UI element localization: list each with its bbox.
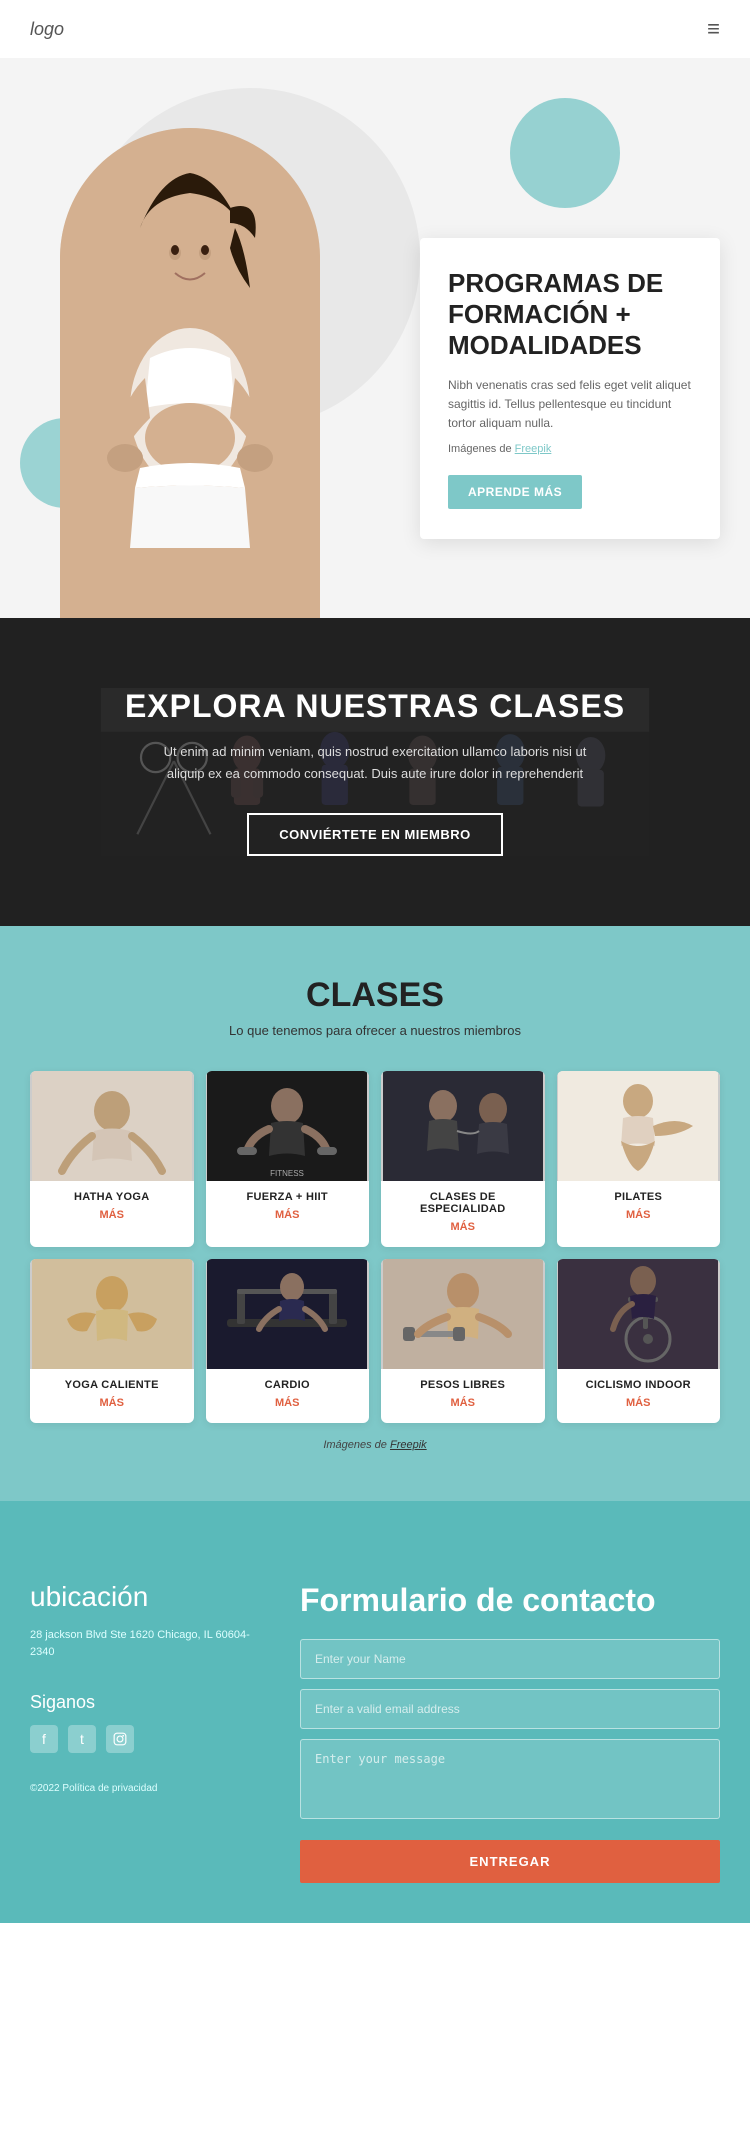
- hero-cta-button[interactable]: APRENDE MÁS: [448, 475, 582, 509]
- contact-submit-button[interactable]: ENTREGAR: [300, 1840, 720, 1883]
- classes-section: CLASES Lo que tenemos para ofrecer a nue…: [0, 926, 750, 1501]
- class-card-title-5: CARDIO: [218, 1379, 358, 1391]
- class-card-title-4: YOGA CALIENTE: [42, 1379, 182, 1391]
- class-card-title-2: CLASES DE ESPECIALIDAD: [393, 1191, 533, 1215]
- class-card-image-3: [557, 1071, 721, 1181]
- facebook-icon[interactable]: f: [30, 1725, 58, 1753]
- footer-right: Formulario de contacto ENTREGAR: [280, 1551, 750, 1923]
- class-card-image-2: [381, 1071, 545, 1181]
- classes-subtitle: Lo que tenemos para ofrecer a nuestros m…: [30, 1021, 720, 1041]
- explore-cta-button[interactable]: CONVIÉRTETE EN MIEMBRO: [247, 813, 503, 856]
- hero-card: PROGRAMAS DE FORMACIÓN + MODALIDADES Nib…: [420, 238, 720, 539]
- logo: logo: [30, 19, 64, 40]
- class-card-3: PILATES MÁS: [557, 1071, 721, 1247]
- footer-social: f t: [30, 1725, 250, 1753]
- class-card-6: PESOS LIBRES MÁS: [381, 1259, 545, 1423]
- class-card-0: HATHA YOGA MÁS: [30, 1071, 194, 1247]
- footer-address: 28 jackson Blvd Ste 1620 Chicago, IL 606…: [30, 1627, 250, 1662]
- twitter-icon[interactable]: t: [68, 1725, 96, 1753]
- hero-freepik: Imágenes de Freepik: [448, 441, 692, 459]
- svg-text:FITNESS: FITNESS: [270, 1169, 304, 1178]
- class-card-image-0: [30, 1071, 194, 1181]
- class-card-4: YOGA CALIENTE MÁS: [30, 1259, 194, 1423]
- class-card-more-4[interactable]: MÁS: [42, 1397, 182, 1409]
- class-card-5: CARDIO MÁS: [206, 1259, 370, 1423]
- class-card-7: CICLISMO INDOOR MÁS: [557, 1259, 721, 1423]
- hero-person-image: [60, 128, 320, 618]
- class-card-more-5[interactable]: MÁS: [218, 1397, 358, 1409]
- explore-description: Ut enim ad minim veniam, quis nostrud ex…: [145, 741, 605, 785]
- footer-location-title: ubicación: [30, 1581, 250, 1613]
- class-card-image-1: FITNESS: [206, 1071, 370, 1181]
- class-card-title-3: PILATES: [569, 1191, 709, 1203]
- site-header: logo ≡: [0, 0, 750, 58]
- footer-inner: ubicación 28 jackson Blvd Ste 1620 Chica…: [0, 1551, 750, 1923]
- hamburger-menu[interactable]: ≡: [707, 16, 720, 42]
- instagram-icon[interactable]: [106, 1725, 134, 1753]
- explore-content: EXPLORA NUESTRAS CLASES Ut enim ad minim…: [40, 688, 710, 856]
- class-card-2: CLASES DE ESPECIALIDAD MÁS: [381, 1071, 545, 1247]
- class-card-title-0: HATHA YOGA: [42, 1191, 182, 1203]
- classes-title: CLASES: [30, 976, 720, 1015]
- contact-name-input[interactable]: [300, 1639, 720, 1679]
- classes-freepik: Imágenes de Freepik: [30, 1439, 720, 1451]
- contact-message-input[interactable]: [300, 1739, 720, 1819]
- contact-email-input[interactable]: [300, 1689, 720, 1729]
- class-card-1: FITNESS FUERZA + HIIT MÁS: [206, 1071, 370, 1247]
- explore-section: EXPLORA NUESTRAS CLASES Ut enim ad minim…: [0, 618, 750, 926]
- class-card-more-2[interactable]: MÁS: [393, 1221, 533, 1233]
- hero-description: Nibh venenatis cras sed felis eget velit…: [448, 376, 692, 434]
- footer-copyright: ©2022 Política de privacidad: [30, 1783, 250, 1794]
- hero-circle-teal-top-right: [510, 98, 620, 208]
- class-card-more-0[interactable]: MÁS: [42, 1209, 182, 1221]
- class-card-more-6[interactable]: MÁS: [393, 1397, 533, 1409]
- hero-title: PROGRAMAS DE FORMACIÓN + MODALIDADES: [448, 268, 692, 362]
- class-card-title-6: PESOS LIBRES: [393, 1379, 533, 1391]
- class-card-image-7: [557, 1259, 721, 1369]
- classes-freepik-link[interactable]: Freepik: [390, 1439, 427, 1451]
- class-card-title-7: CICLISMO INDOOR: [569, 1379, 709, 1391]
- explore-title: EXPLORA NUESTRAS CLASES: [40, 688, 710, 725]
- class-card-more-7[interactable]: MÁS: [569, 1397, 709, 1409]
- freepik-link[interactable]: Freepik: [515, 443, 552, 455]
- site-footer: ubicación 28 jackson Blvd Ste 1620 Chica…: [0, 1501, 750, 1923]
- footer-follow-title: Siganos: [30, 1692, 250, 1713]
- class-card-title-1: FUERZA + HIIT: [218, 1191, 358, 1203]
- class-card-image-5: [206, 1259, 370, 1369]
- footer-form-title: Formulario de contacto: [300, 1581, 720, 1619]
- class-card-image-6: [381, 1259, 545, 1369]
- classes-grid-row1: HATHA YOGA MÁS FITNESS FUERZA + HIIT MÁS C…: [30, 1071, 720, 1423]
- class-card-more-3[interactable]: MÁS: [569, 1209, 709, 1221]
- hero-section: PROGRAMAS DE FORMACIÓN + MODALIDADES Nib…: [0, 58, 750, 618]
- footer-left: ubicación 28 jackson Blvd Ste 1620 Chica…: [0, 1551, 280, 1923]
- class-card-more-1[interactable]: MÁS: [218, 1209, 358, 1221]
- classes-title-container: CLASES: [30, 976, 720, 1015]
- class-card-image-4: [30, 1259, 194, 1369]
